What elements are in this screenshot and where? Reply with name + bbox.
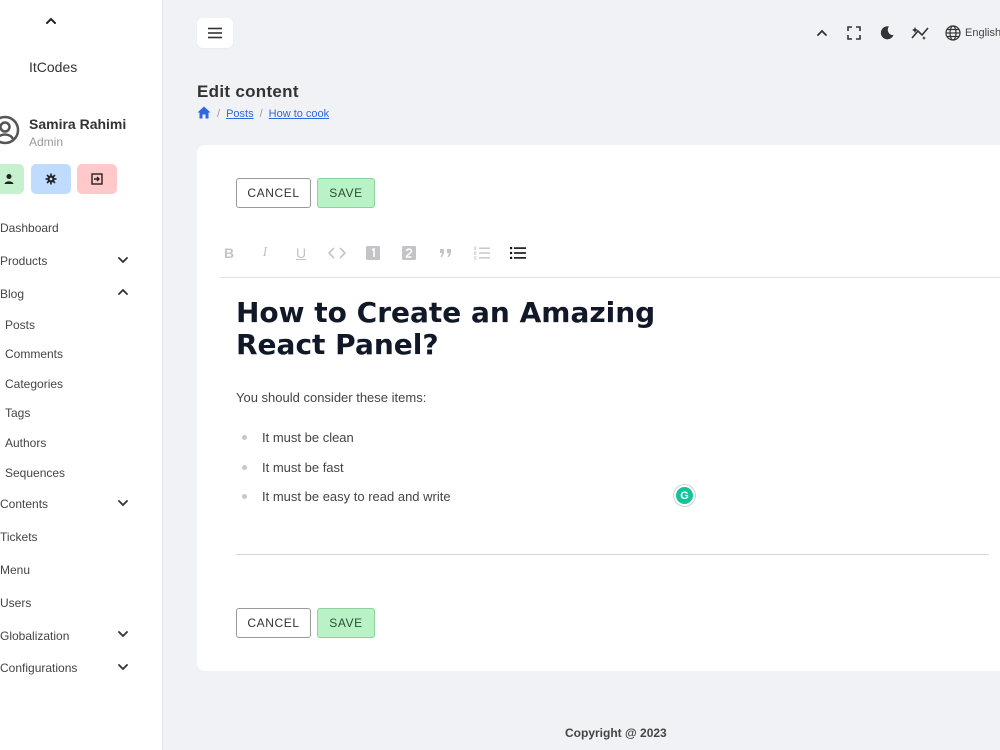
- sidebar-item-tags[interactable]: Tags: [5, 406, 30, 420]
- fullscreen-icon[interactable]: [845, 24, 863, 42]
- menu-toggle-button[interactable]: [197, 18, 233, 48]
- brand-name[interactable]: ItCodes: [29, 59, 77, 75]
- sidebar-item-configurations[interactable]: Configurations: [0, 661, 77, 675]
- sidebar-item-blog[interactable]: Blog: [0, 287, 24, 301]
- sidebar-item-categories[interactable]: Categories: [5, 377, 63, 391]
- sidebar-item-contents[interactable]: Contents: [0, 497, 48, 511]
- sidebar-item-dashboard[interactable]: Dashboard: [0, 221, 59, 235]
- bulleted-list-icon[interactable]: [509, 244, 527, 262]
- save-button[interactable]: SAVE: [317, 608, 375, 638]
- page-title: Edit content: [197, 82, 299, 101]
- breadcrumb-posts[interactable]: Posts: [226, 108, 254, 120]
- quote-icon[interactable]: [437, 244, 455, 262]
- sidebar-item-sequences[interactable]: Sequences: [5, 466, 65, 480]
- save-button[interactable]: SAVE: [317, 178, 375, 208]
- breadcrumb: / Posts / How to cook: [197, 106, 329, 122]
- bold-icon[interactable]: B: [220, 244, 238, 262]
- home-icon[interactable]: [197, 106, 211, 122]
- hamburger-icon: [208, 27, 222, 39]
- list-item[interactable]: It must be easy to read and write: [242, 489, 451, 519]
- language-selector[interactable]: English: [965, 27, 1000, 39]
- sidebar-item-globalization[interactable]: Globalization: [0, 629, 69, 643]
- content-divider: [236, 554, 989, 555]
- sidebar-item-users[interactable]: Users: [0, 596, 31, 610]
- settings-button[interactable]: [31, 164, 71, 194]
- content-list: It must be clean It must be fast It must…: [242, 430, 451, 519]
- list-item[interactable]: It must be fast: [242, 460, 451, 490]
- logout-button[interactable]: [77, 164, 117, 194]
- italic-icon[interactable]: I: [256, 244, 274, 262]
- chevron-down-icon[interactable]: [116, 253, 130, 267]
- heading-two-icon[interactable]: [400, 244, 418, 262]
- sidebar-item-tickets[interactable]: Tickets: [0, 530, 38, 544]
- cancel-button[interactable]: CANCEL: [236, 608, 311, 638]
- avatar-icon: [0, 115, 20, 145]
- code-icon[interactable]: [328, 244, 346, 262]
- chevron-up-icon[interactable]: [44, 14, 58, 28]
- breadcrumb-separator: /: [217, 108, 221, 120]
- underline-icon[interactable]: U: [292, 244, 310, 262]
- chevron-down-icon[interactable]: [116, 496, 130, 510]
- toolbar-divider: [220, 277, 1000, 278]
- logout-icon: [91, 173, 103, 185]
- sidebar-item-products[interactable]: Products: [0, 254, 47, 268]
- gear-icon: [45, 173, 57, 185]
- breadcrumb-separator: /: [259, 108, 263, 120]
- sidebar-item-posts[interactable]: Posts: [5, 318, 35, 332]
- sidebar-item-menu[interactable]: Menu: [0, 563, 30, 577]
- profile-button[interactable]: [0, 164, 24, 194]
- sidebar-item-authors[interactable]: Authors: [5, 436, 46, 450]
- globe-icon[interactable]: [944, 24, 962, 42]
- moon-icon[interactable]: [878, 24, 896, 42]
- chevron-up-icon[interactable]: [813, 24, 831, 42]
- content-paragraph[interactable]: You should consider these items:: [236, 390, 426, 405]
- editor-card: [197, 145, 1000, 671]
- user-role: Admin: [29, 135, 64, 149]
- grammarly-icon[interactable]: G: [674, 485, 695, 506]
- chevron-up-icon[interactable]: [116, 285, 130, 299]
- user-icon: [4, 174, 14, 184]
- sidebar-item-comments[interactable]: Comments: [5, 347, 63, 361]
- breadcrumb-current[interactable]: How to cook: [269, 108, 330, 120]
- cancel-button[interactable]: CANCEL: [236, 178, 311, 208]
- user-name: Samira Rahimi: [29, 116, 127, 132]
- sidebar: ItCodes Samira Rahimi Admin Dashboard Pr…: [0, 0, 163, 750]
- footer-copyright: Copyright @ 2023: [565, 726, 667, 740]
- heading-one-icon[interactable]: [364, 244, 382, 262]
- sparkle-icon[interactable]: [911, 24, 929, 42]
- chevron-down-icon[interactable]: [116, 660, 130, 674]
- list-item[interactable]: It must be clean: [242, 430, 451, 460]
- content-heading[interactable]: How to Create an Amazing React Panel?: [236, 297, 656, 361]
- chevron-down-icon[interactable]: [116, 627, 130, 641]
- numbered-list-icon[interactable]: [473, 244, 491, 262]
